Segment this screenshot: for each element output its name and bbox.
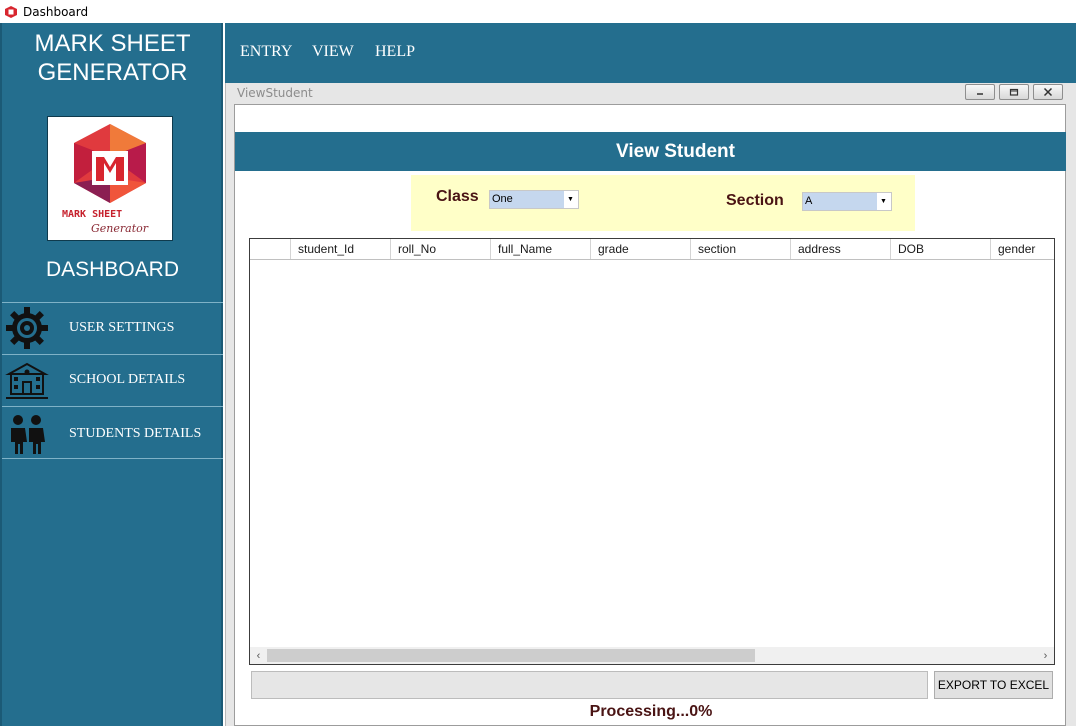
menu-view[interactable]: VIEW [312,43,354,61]
section-select-value: A [803,193,877,210]
logo-text-line1: MARK SHEET [62,209,123,220]
close-button[interactable] [1033,84,1063,100]
filter-panel: Class One ▼ Section A ▼ [411,175,915,231]
sidebar-item-label: STUDENTS DETAILS [69,426,202,441]
progress-bar [251,671,928,699]
close-icon [1043,87,1053,97]
table-header: student_Id roll_No full_Name grade secti… [250,239,1054,260]
brand-logo: MARK SHEET Generator [47,116,173,241]
child-window-title: ViewStudent [237,86,313,100]
menu-entry[interactable]: ENTRY [240,43,292,61]
class-label: Class [436,188,479,205]
students-table[interactable]: student_Id roll_No full_Name grade secti… [249,238,1055,665]
window-title: Dashboard [23,4,89,19]
column-header[interactable]: gender [991,239,1054,259]
app-icon [5,5,17,18]
view-student-form: View Student Class One ▼ Section A ▼ stu… [234,104,1066,726]
row-header-cell [250,239,291,259]
section-label: Section [726,192,784,209]
processing-status: Processing...0% [589,703,713,720]
minimize-button[interactable] [965,84,995,100]
column-header[interactable]: roll_No [391,239,491,259]
menu-bar: ENTRY VIEW HELP [225,23,1076,83]
scroll-right-icon[interactable]: › [1037,647,1054,664]
sidebar-item-school-details[interactable]: SCHOOL DETAILS [2,354,223,406]
section-select[interactable]: A ▼ [802,192,892,211]
logo-graphic-icon [74,124,146,203]
gear-icon [6,307,48,349]
column-header[interactable]: full_Name [491,239,591,259]
school-icon [5,362,49,399]
view-student-window: ViewStudent View Student Class One ▼ Sec… [225,83,1076,726]
column-header[interactable]: student_Id [291,239,391,259]
sidebar-divider [2,406,223,407]
child-window-caption: ViewStudent [226,83,1076,103]
restore-icon [1009,88,1019,96]
horizontal-scrollbar[interactable]: ‹ › [250,647,1054,664]
column-header[interactable]: grade [591,239,691,259]
chevron-down-icon: ▼ [567,196,574,203]
students-icon [11,415,45,454]
sidebar-item-students-details[interactable]: STUDENTS DETAILS [2,408,223,460]
dashboard-heading: DASHBOARD [45,258,180,281]
sidebar-item-label: SCHOOL DETAILS [69,372,186,387]
class-select-value: One [490,191,564,208]
restore-button[interactable] [999,84,1029,100]
sidebar: MARK SHEET GENERATOR MARK SHEET Generato… [0,23,223,726]
sidebar-item-user-settings[interactable]: USER SETTINGS [2,302,223,354]
minimize-icon [977,93,983,95]
scroll-left-icon[interactable]: ‹ [250,647,267,664]
chevron-down-icon: ▼ [880,198,887,205]
sidebar-divider [2,458,223,459]
column-header[interactable]: address [791,239,891,259]
sidebar-item-label: USER SETTINGS [69,320,175,335]
window-titlebar: Dashboard [0,0,1076,23]
column-header[interactable]: DOB [891,239,991,259]
logo-text-line2: Generator [91,222,149,235]
brand-title: MARK SHEET GENERATOR [34,30,191,86]
export-to-excel-button[interactable]: EXPORT TO EXCEL [934,671,1053,699]
menu-help[interactable]: HELP [375,43,415,61]
page-title: View Student [235,132,1066,171]
scrollbar-thumb[interactable] [267,649,755,662]
class-select[interactable]: One ▼ [489,190,579,209]
column-header[interactable]: section [691,239,791,259]
